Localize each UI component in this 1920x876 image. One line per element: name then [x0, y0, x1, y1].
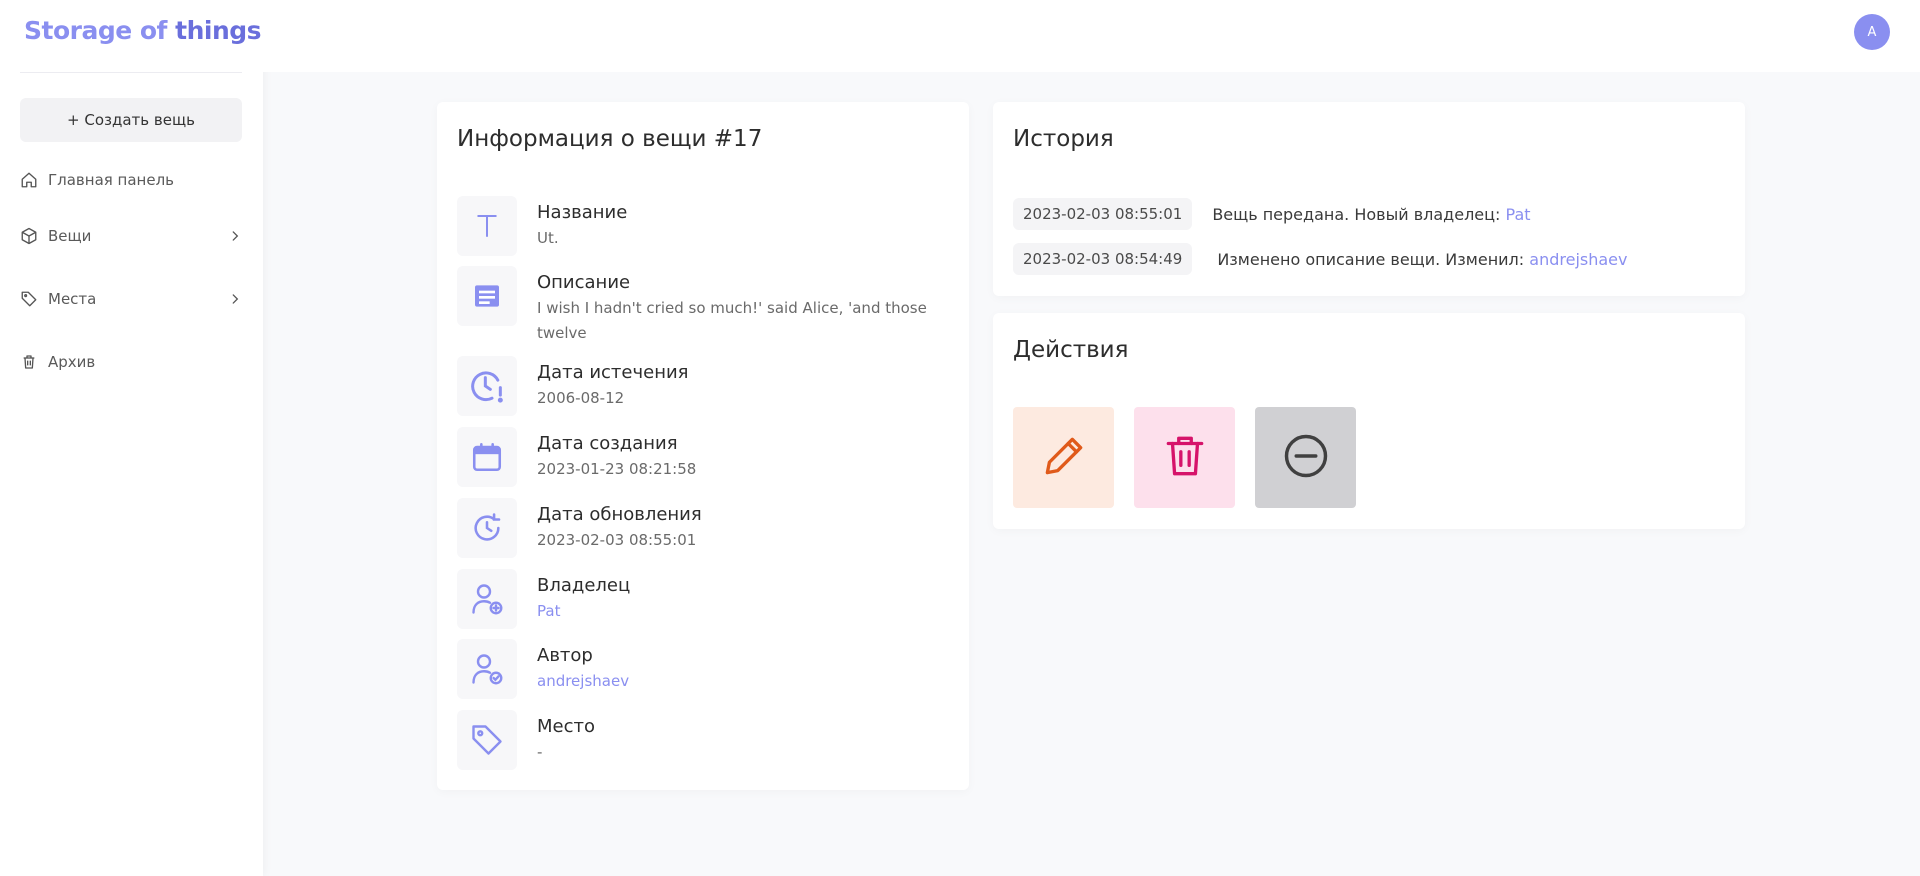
history-description: Изменено описание вещи. Изменил:: [1217, 249, 1525, 269]
history-user-link[interactable]: Pat: [1506, 205, 1531, 224]
history-date: 2023-02-03 08:55:01: [1013, 198, 1193, 230]
sidebar-item-dashboard[interactable]: Главная панель: [20, 165, 242, 195]
sidebar-item-label: Главная панель: [48, 171, 175, 189]
history-text: Вещь передана. Новый владелец: Pat: [1212, 205, 1530, 224]
info-value: I wish I hadn't cried so much!' said Ali…: [537, 299, 927, 342]
logo-divider: [20, 72, 242, 73]
info-value: 2023-02-03 08:55:01: [537, 531, 697, 549]
history-description: Вещь передана. Новый владелец:: [1212, 204, 1501, 224]
info-row-created: Дата создания 2023-01-23 08:21:58: [457, 427, 957, 487]
info-row-name: Название Ut.: [457, 196, 957, 256]
sidebar-item-places[interactable]: Места: [20, 284, 242, 314]
sidebar-item-things[interactable]: Вещи: [20, 221, 242, 251]
logo-part-1: Storage of: [24, 16, 167, 45]
info-row-updated: Дата обновления 2023-02-03 08:55:01: [457, 498, 957, 558]
clock-refresh-icon: [457, 498, 517, 558]
create-item-button[interactable]: + Создать вещь: [20, 98, 242, 142]
home-icon: [20, 171, 38, 189]
archive-button[interactable]: [1255, 407, 1356, 508]
sidebar-item-archive[interactable]: Архив: [20, 347, 242, 377]
info-value: 2006-08-12: [537, 389, 625, 407]
actions-card: Действия: [993, 313, 1745, 529]
app-logo[interactable]: Storage of things: [24, 16, 262, 45]
info-row-author: Автор andrejshaev: [457, 639, 957, 699]
info-row-expiration: Дата истечения 2006-08-12: [457, 356, 957, 416]
pencil-icon: [1039, 431, 1089, 485]
minus-circle-icon: [1280, 430, 1332, 486]
avatar-initial: A: [1867, 24, 1877, 40]
info-row-place: Место -: [457, 710, 957, 770]
info-label: Название: [537, 202, 628, 223]
user-check-icon: [457, 639, 517, 699]
top-bar: A: [263, 0, 1920, 72]
box-icon: [20, 227, 38, 245]
info-label: Место: [537, 716, 595, 737]
sidebar: Storage of things + Создать вещь Главная…: [0, 0, 263, 876]
item-info-title: Информация о вещи #17: [457, 126, 763, 152]
sidebar-item-label: Архив: [48, 353, 96, 371]
history-date: 2023-02-03 08:54:49: [1013, 243, 1193, 275]
history-entry: 2023-02-03 08:55:01 Вещь передана. Новый…: [1013, 198, 1531, 230]
clock-alert-icon: [457, 356, 517, 416]
info-label: Дата создания: [537, 433, 678, 454]
history-entry: 2023-02-03 08:54:49 Изменено описание ве…: [1013, 243, 1627, 275]
sidebar-item-label: Вещи: [48, 227, 92, 245]
delete-button[interactable]: [1134, 407, 1235, 508]
history-card: История 2023-02-03 08:55:01 Вещь передан…: [993, 102, 1745, 296]
logo-part-2: things: [175, 16, 262, 45]
info-label: Автор: [537, 645, 593, 666]
tag-icon: [457, 710, 517, 770]
tag-icon: [20, 290, 38, 308]
info-label: Дата обновления: [537, 504, 702, 525]
info-value: -: [537, 743, 543, 761]
trash-icon: [20, 353, 38, 371]
info-value: Ut.: [537, 229, 559, 247]
info-row-owner: Владелец Pat: [457, 569, 957, 629]
info-row-description: Описание I wish I hadn't cried so much!'…: [457, 266, 957, 346]
history-title: История: [1013, 126, 1114, 152]
avatar[interactable]: A: [1854, 14, 1890, 50]
history-user-link[interactable]: andrejshaev: [1529, 250, 1627, 269]
edit-button[interactable]: [1013, 407, 1114, 508]
create-item-label: + Создать вещь: [67, 111, 195, 129]
calendar-icon: [457, 427, 517, 487]
description-icon: [457, 266, 517, 326]
info-label: Дата истечения: [537, 362, 689, 383]
info-label: Владелец: [537, 575, 631, 596]
info-label: Описание: [537, 272, 631, 293]
info-value: 2023-01-23 08:21:58: [537, 460, 697, 478]
chevron-right-icon: [228, 292, 242, 306]
item-info-card: Информация о вещи #17 Название Ut. Описа…: [437, 102, 969, 790]
owner-link[interactable]: Pat: [537, 599, 630, 624]
sidebar-item-label: Места: [48, 290, 97, 308]
author-link[interactable]: andrejshaev: [537, 669, 629, 694]
trash-icon: [1160, 431, 1210, 485]
chevron-right-icon: [228, 229, 242, 243]
text-icon: [457, 196, 517, 256]
actions-title: Действия: [1013, 337, 1129, 363]
user-plus-icon: [457, 569, 517, 629]
history-text: Изменено описание вещи. Изменил: andrejs…: [1217, 250, 1627, 269]
